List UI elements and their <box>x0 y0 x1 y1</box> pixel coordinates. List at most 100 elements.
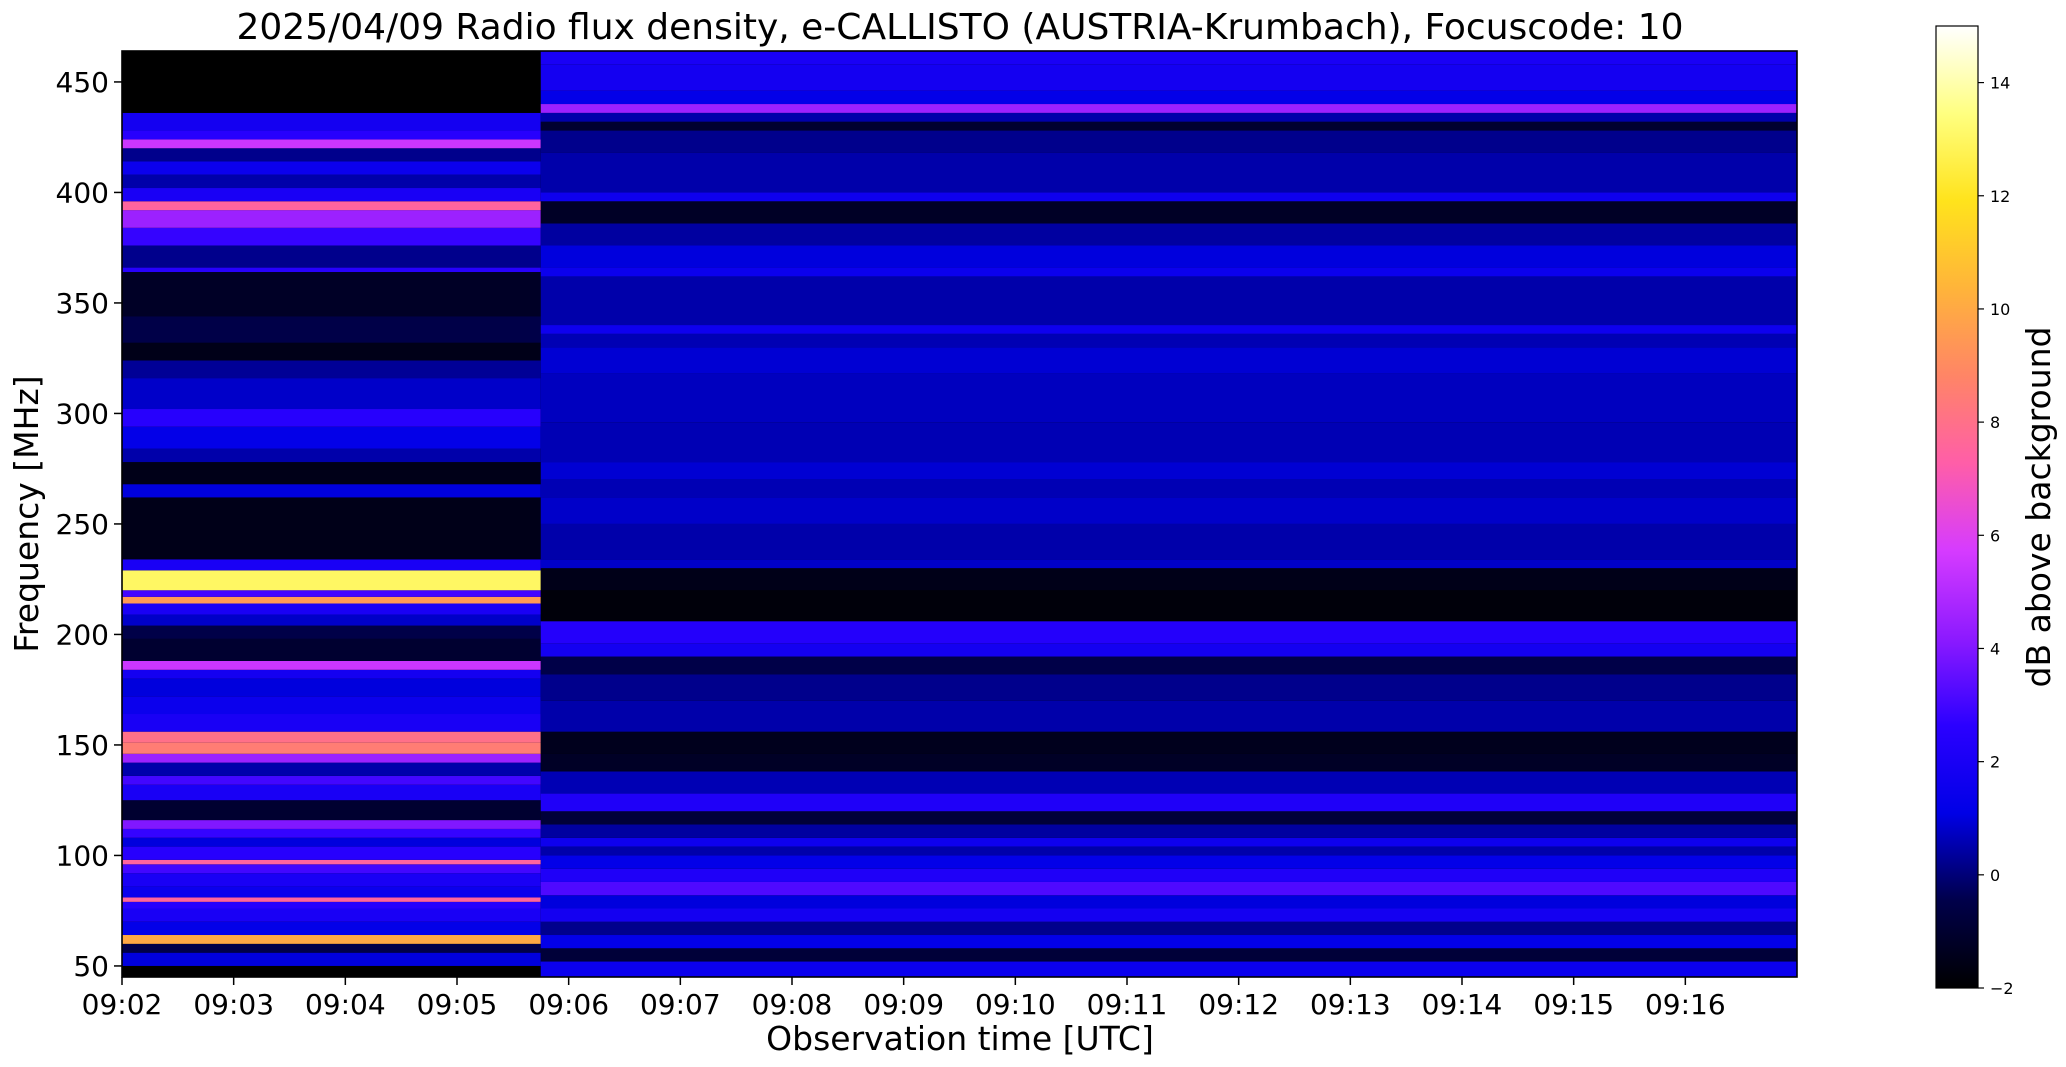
x-tick-label: 09:03 <box>193 988 274 1021</box>
band-cell <box>540 568 1797 591</box>
x-tick-label: 09:14 <box>1422 988 1503 1021</box>
band-cell <box>122 638 541 661</box>
band-cell <box>540 674 1797 701</box>
y-tick-label: 450 <box>56 66 109 99</box>
band-cell <box>122 462 541 485</box>
band-cell <box>540 855 1797 869</box>
band-cell <box>540 868 1797 882</box>
x-tick-label: 09:13 <box>1310 988 1391 1021</box>
band-cell <box>540 643 1797 657</box>
band-cell <box>540 590 1797 622</box>
y-tick-label: 250 <box>56 508 109 541</box>
band-cell <box>122 596 541 604</box>
band-cell <box>122 742 541 754</box>
y-axis: 50 100 150 200 250 300 350 400 450 <box>56 66 122 983</box>
x-tick-label: 09:15 <box>1533 988 1614 1021</box>
x-tick-label: 09:10 <box>975 988 1056 1021</box>
colorbar-tick-label: 6 <box>1990 526 2000 545</box>
x-axis-label: Observation time [UTC] <box>766 1019 1154 1058</box>
x-tick-label: 09:09 <box>863 988 944 1021</box>
y-tick-label: 50 <box>73 950 109 983</box>
band-cell <box>540 192 1797 202</box>
colorbar-tick-label: 12 <box>1990 187 2010 206</box>
band-cell <box>540 479 1797 498</box>
y-tick-label: 300 <box>56 397 109 430</box>
band-cell <box>122 859 541 865</box>
x-axis: 09:02 09:03 09:04 09:05 09:06 09:07 09:08 09:09… <box>82 977 1726 1021</box>
band-cell <box>540 935 1797 949</box>
band-cell <box>540 267 1797 277</box>
band-cell <box>122 497 541 560</box>
band-cell <box>540 90 1797 105</box>
band-cell <box>122 201 541 211</box>
band-cell <box>540 559 1797 569</box>
band-cell <box>540 422 1797 463</box>
band-cell <box>122 267 541 273</box>
band-cell <box>540 276 1797 326</box>
band-cell <box>122 873 541 887</box>
band-cell <box>540 121 1797 131</box>
band-cell <box>122 714 541 732</box>
band-cell <box>122 139 541 149</box>
x-tick-label: 09:08 <box>752 988 833 1021</box>
band-cell <box>122 409 541 427</box>
band-cell <box>540 881 1797 896</box>
band-cell <box>540 373 1797 423</box>
heatmap-cells <box>122 51 1797 977</box>
band-cell <box>122 245 541 268</box>
colorbar: −2 0 2 4 6 8 10 12 14 dB above background <box>1935 25 2058 998</box>
band-cell <box>122 174 541 189</box>
band-cell <box>122 908 541 922</box>
band-cell <box>122 227 541 246</box>
band-cell <box>540 152 1797 193</box>
band-cell <box>122 484 541 498</box>
y-axis-label: Frequency [MHz] <box>7 375 46 652</box>
x-tick-label: 09:12 <box>1198 988 1279 1021</box>
colorbar-tick-label: 4 <box>1990 639 2000 658</box>
x-tick-label: 09:16 <box>1645 988 1726 1021</box>
band-cell <box>122 943 541 953</box>
band-cell <box>122 603 541 615</box>
band-cell <box>122 614 541 626</box>
band-cell <box>122 762 541 776</box>
colorbar-ticks: −2 0 2 4 6 8 10 12 14 <box>1978 74 2014 998</box>
x-tick-label: 09:06 <box>528 988 609 1021</box>
band-cell <box>540 347 1797 374</box>
y-tick-label: 150 <box>56 729 109 762</box>
y-tick-label: 400 <box>56 176 109 209</box>
band-cell <box>122 897 541 902</box>
x-tick-label: 09:07 <box>640 988 721 1021</box>
x-tick-label: 09:02 <box>82 988 163 1021</box>
band-cell <box>540 523 1797 560</box>
x-tick-label: 09:05 <box>417 988 498 1021</box>
colorbar-tick-label: −2 <box>1990 979 2014 998</box>
band-cell <box>122 570 541 591</box>
band-cell <box>122 590 541 597</box>
band-cell <box>122 935 541 944</box>
band-cell <box>122 837 541 847</box>
band-cell <box>540 104 1797 113</box>
segment-1 <box>122 51 541 966</box>
band-cell <box>540 895 1797 909</box>
band-cell <box>122 678 541 697</box>
band-cell <box>540 245 1797 268</box>
spectrogram-figure: 2025/04/09 Radio flux density, e-CALLIST… <box>7 7 2058 1058</box>
band-cell <box>540 824 1797 838</box>
band-cell <box>540 130 1797 153</box>
band-cell <box>540 921 1797 936</box>
band-cell <box>540 793 1797 812</box>
colorbar-gradient <box>1935 25 1979 989</box>
band-cell <box>122 775 541 785</box>
band-cell <box>122 731 541 743</box>
band-cell <box>540 497 1797 524</box>
band-cell <box>540 771 1797 794</box>
band-cell <box>540 621 1797 644</box>
band-cell <box>122 753 541 763</box>
band-cell <box>122 51 541 113</box>
band-cell <box>540 731 1797 754</box>
heatmap-area <box>121 50 1798 978</box>
band-cell <box>122 864 541 874</box>
band-cell <box>122 342 541 361</box>
band-cell <box>540 837 1797 847</box>
chart-title: 2025/04/09 Radio flux density, e-CALLIST… <box>237 7 1684 48</box>
